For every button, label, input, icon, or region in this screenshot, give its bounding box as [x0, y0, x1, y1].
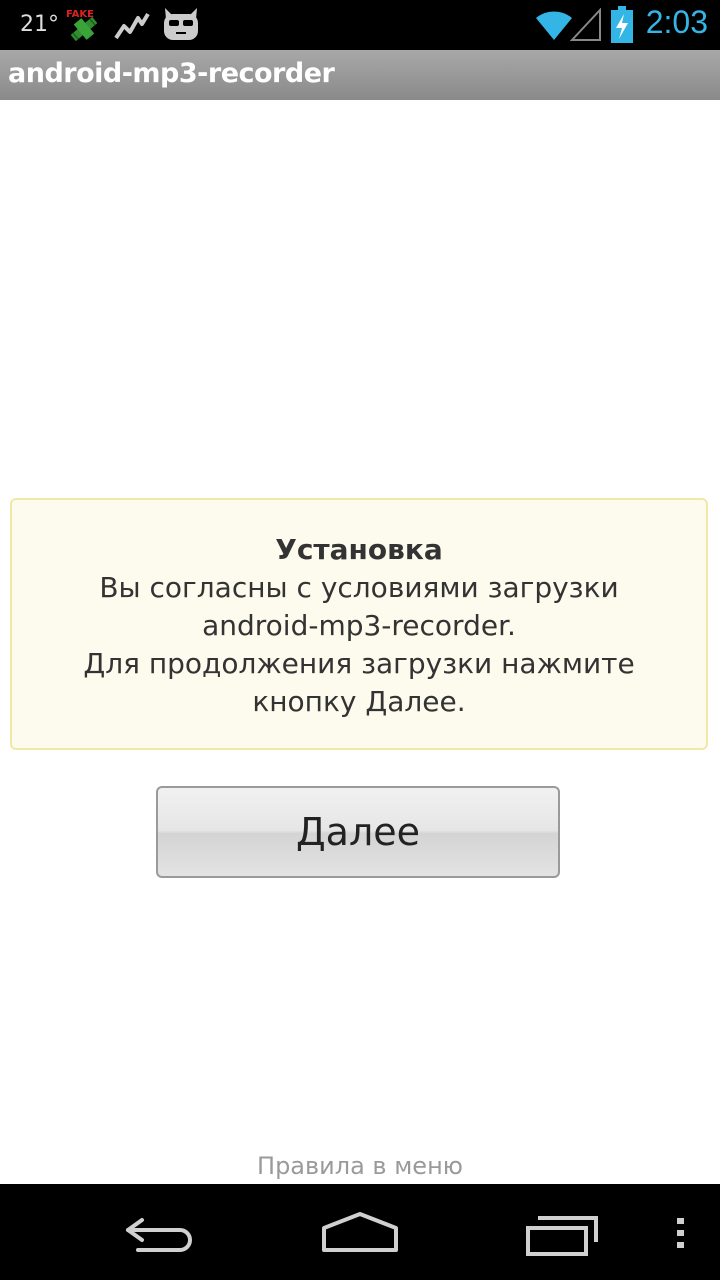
- message-line: Вы согласны с условиями загрузки: [99, 571, 619, 604]
- wifi-icon: [534, 8, 574, 46]
- message-line: android-mp3-recorder.: [202, 609, 516, 642]
- back-icon[interactable]: [122, 1214, 198, 1258]
- battery-charging-icon: [610, 6, 634, 48]
- menu-rules-hint: Правила в меню: [257, 1152, 463, 1180]
- message-line: Для продолжения загрузки нажмите: [83, 647, 635, 680]
- message-line: кнопку Далее.: [252, 685, 466, 718]
- fake-gps-icon: FAKE: [64, 7, 104, 49]
- home-icon[interactable]: [320, 1210, 400, 1260]
- install-message-box: Установка Вы согласны с условиями загруз…: [10, 498, 708, 750]
- status-clock: 2:03: [645, 4, 708, 40]
- navigation-bar: [0, 1184, 720, 1280]
- title-bar: android-mp3-recorder: [0, 50, 720, 100]
- status-bar: 21° FAKE 2:03: [0, 0, 720, 50]
- next-button[interactable]: Далее: [156, 786, 560, 878]
- activity-graph-icon: [114, 10, 150, 46]
- app-title: android-mp3-recorder: [8, 58, 335, 89]
- cyanogen-mascot-icon: [162, 6, 200, 46]
- svg-text:FAKE: FAKE: [66, 9, 94, 20]
- status-temperature: 21°: [20, 12, 59, 37]
- overflow-menu-icon[interactable]: [676, 1216, 686, 1254]
- message-title: Установка: [275, 533, 443, 566]
- recent-apps-icon[interactable]: [524, 1214, 600, 1262]
- screen: 21° FAKE 2:03 android-mp3-recorder Устан…: [0, 0, 720, 1280]
- signal-icon: [569, 7, 602, 46]
